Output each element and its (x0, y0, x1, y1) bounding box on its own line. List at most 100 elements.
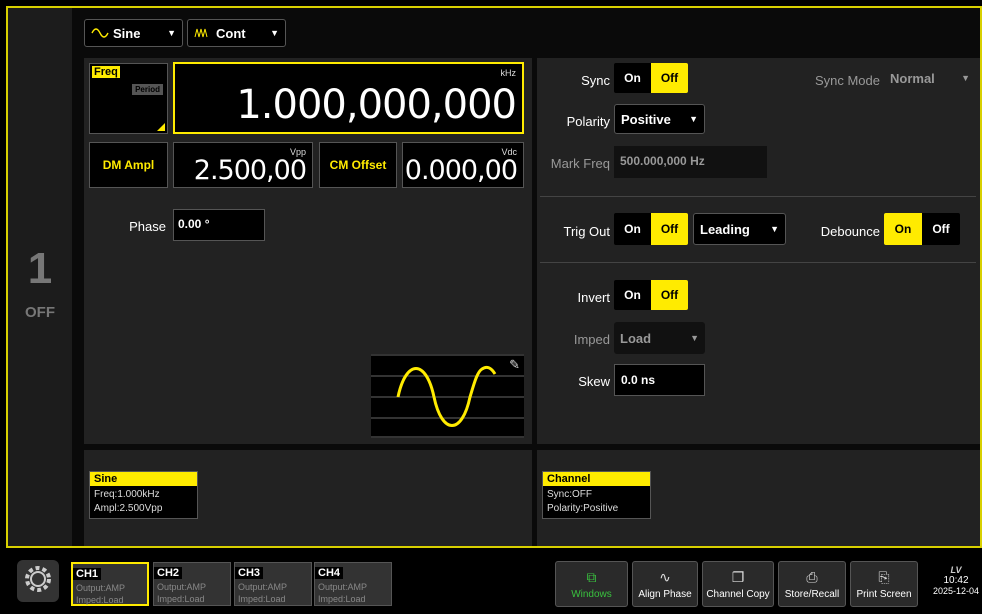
align-phase-button[interactable]: ∿ Align Phase (632, 561, 698, 607)
status-clock: LV 10:42 2025-12-04 (930, 565, 982, 596)
caret-down-icon: ▼ (770, 224, 779, 234)
freq-value: 1.000,000,000 (236, 82, 517, 128)
ampl-input[interactable]: Vpp 2.500,00 (173, 142, 313, 188)
gear-icon (21, 562, 55, 601)
windows-button[interactable]: ⧉ Windows (555, 561, 628, 607)
imped-dropdown[interactable]: Load ▼ (614, 322, 705, 354)
tab-ch1-imped: Imped:Load (76, 595, 124, 605)
channel-info-panel: Channel Sync:OFF Polarity:Positive (537, 450, 980, 546)
settings-button[interactable] (17, 560, 59, 602)
sync-label: Sync (581, 73, 610, 88)
channel-summary-sync: Sync:OFF (547, 489, 593, 500)
tab-ch1-output: Output:AMP (76, 583, 126, 593)
skew-input[interactable]: 0.0 ns (614, 364, 705, 396)
waveform-type-dropdown[interactable]: Sine ▼ (84, 19, 183, 47)
align-phase-label: Align Phase (638, 588, 692, 600)
skew-label: Skew (578, 374, 610, 389)
channel-summary-title: Channel (543, 472, 650, 486)
dm-ampl-button[interactable]: DM Ampl (89, 142, 168, 188)
imped-label: Imped (573, 332, 610, 347)
period-label: Period (132, 84, 163, 95)
tab-ch3-output: Output:AMP (238, 582, 288, 592)
brand-logo: LV (950, 565, 962, 575)
section-divider (540, 196, 976, 197)
store-recall-label: Store/Recall (784, 588, 840, 600)
offset-value: 0.000,00 (404, 155, 518, 186)
caret-down-icon: ▼ (270, 28, 279, 38)
wave-info-panel: Sine Freq:1.000kHz Ampl:2.500Vpp (84, 450, 532, 546)
freq-input[interactable]: kHz 1.000,000,000 (173, 62, 524, 134)
invert-label: Invert (577, 290, 610, 305)
tab-ch2-name: CH2 (154, 567, 183, 579)
wave-summary-freq: Freq:1.000kHz (94, 489, 160, 500)
tab-ch4-output: Output:AMP (318, 582, 368, 592)
sync-mode-label: Sync Mode (814, 73, 880, 88)
freq-label: Freq (92, 66, 120, 78)
edit-icon[interactable]: ✎ (509, 357, 520, 373)
print-screen-button[interactable]: ⎘ Print Screen (850, 561, 918, 607)
debounce-on-button[interactable]: On (884, 213, 922, 245)
trig-out-on-button[interactable]: On (614, 213, 651, 245)
cm-offset-button[interactable]: CM Offset (319, 142, 397, 188)
copy-icon: ❐ (731, 568, 745, 585)
corner-indicator-icon (157, 123, 165, 131)
polarity-label: Polarity (566, 114, 610, 129)
tab-ch3-name: CH3 (235, 567, 264, 579)
freq-period-toggle[interactable]: Freq Period (89, 63, 168, 134)
channel-copy-button[interactable]: ❐ Channel Copy (702, 561, 774, 607)
freq-unit: kHz (500, 68, 517, 78)
sine-icon (91, 26, 109, 41)
polarity-dropdown[interactable]: Positive ▼ (614, 104, 705, 134)
debounce-label: Debounce (820, 224, 880, 239)
caret-down-icon: ▼ (690, 333, 699, 343)
windows-label: Windows (571, 588, 612, 600)
sync-on-button[interactable]: On (614, 63, 651, 93)
polarity-value: Positive (621, 111, 671, 127)
caret-down-icon: ▼ (167, 28, 176, 38)
tab-ch4-imped: Imped:Load (318, 594, 366, 604)
debounce-off-button[interactable]: Off (922, 213, 960, 245)
channel-number: 1 (27, 244, 53, 293)
imped-value: Load (620, 330, 652, 346)
waveform-preview[interactable]: ✎ (371, 354, 524, 438)
channel-output-state[interactable]: OFF (8, 304, 72, 321)
wave-summary: Sine Freq:1.000kHz Ampl:2.500Vpp (89, 471, 198, 519)
debounce-toggle[interactable]: On Off (884, 213, 960, 245)
waveform-type-label: Sine (113, 25, 141, 41)
store-recall-button[interactable]: ⎙ Store/Recall (778, 561, 846, 607)
tab-ch4[interactable]: CH4 Output:AMP Imped:Load (314, 562, 392, 606)
trig-out-off-button[interactable]: Off (651, 213, 688, 245)
run-mode-dropdown[interactable]: Cont ▼ (187, 19, 286, 47)
trig-out-label: Trig Out (563, 224, 610, 239)
align-phase-icon: ∿ (659, 568, 671, 585)
trig-edge-dropdown[interactable]: Leading ▼ (693, 213, 786, 245)
invert-off-button[interactable]: Off (651, 280, 688, 310)
sync-mode-value: Normal (890, 70, 935, 86)
tab-ch3-imped: Imped:Load (238, 594, 286, 604)
trig-edge-value: Leading (700, 221, 750, 237)
tab-ch2[interactable]: CH2 Output:AMP Imped:Load (153, 562, 231, 606)
tab-ch4-name: CH4 (315, 567, 344, 579)
mark-freq-input[interactable]: 500.000,000 Hz (614, 146, 767, 178)
print-screen-label: Print Screen (856, 588, 912, 600)
section-divider (540, 262, 976, 263)
tab-ch2-imped: Imped:Load (157, 594, 205, 604)
ampl-value: 2.500,00 (193, 155, 307, 186)
trig-out-toggle[interactable]: On Off (614, 213, 688, 245)
tab-ch1[interactable]: CH1 Output:AMP Imped:Load (71, 562, 149, 606)
invert-on-button[interactable]: On (614, 280, 651, 310)
sync-mode-dropdown[interactable]: Normal ▼ (884, 63, 976, 93)
invert-toggle[interactable]: On Off (614, 280, 688, 310)
tab-ch3[interactable]: CH3 Output:AMP Imped:Load (234, 562, 312, 606)
caret-down-icon: ▼ (689, 114, 698, 124)
offset-input[interactable]: Vdc 0.000,00 (402, 142, 524, 188)
channel-copy-label: Channel Copy (706, 588, 770, 600)
channel-summary: Channel Sync:OFF Polarity:Positive (542, 471, 651, 519)
sync-toggle[interactable]: On Off (614, 63, 688, 93)
phase-input[interactable]: 0.00 ° (173, 209, 265, 241)
sync-off-button[interactable]: Off (651, 63, 688, 93)
wave-summary-ampl: Ampl:2.500Vpp (94, 503, 163, 514)
print-icon: ⎘ (878, 568, 890, 585)
tab-ch1-name: CH1 (73, 568, 102, 580)
phase-label: Phase (129, 219, 166, 234)
